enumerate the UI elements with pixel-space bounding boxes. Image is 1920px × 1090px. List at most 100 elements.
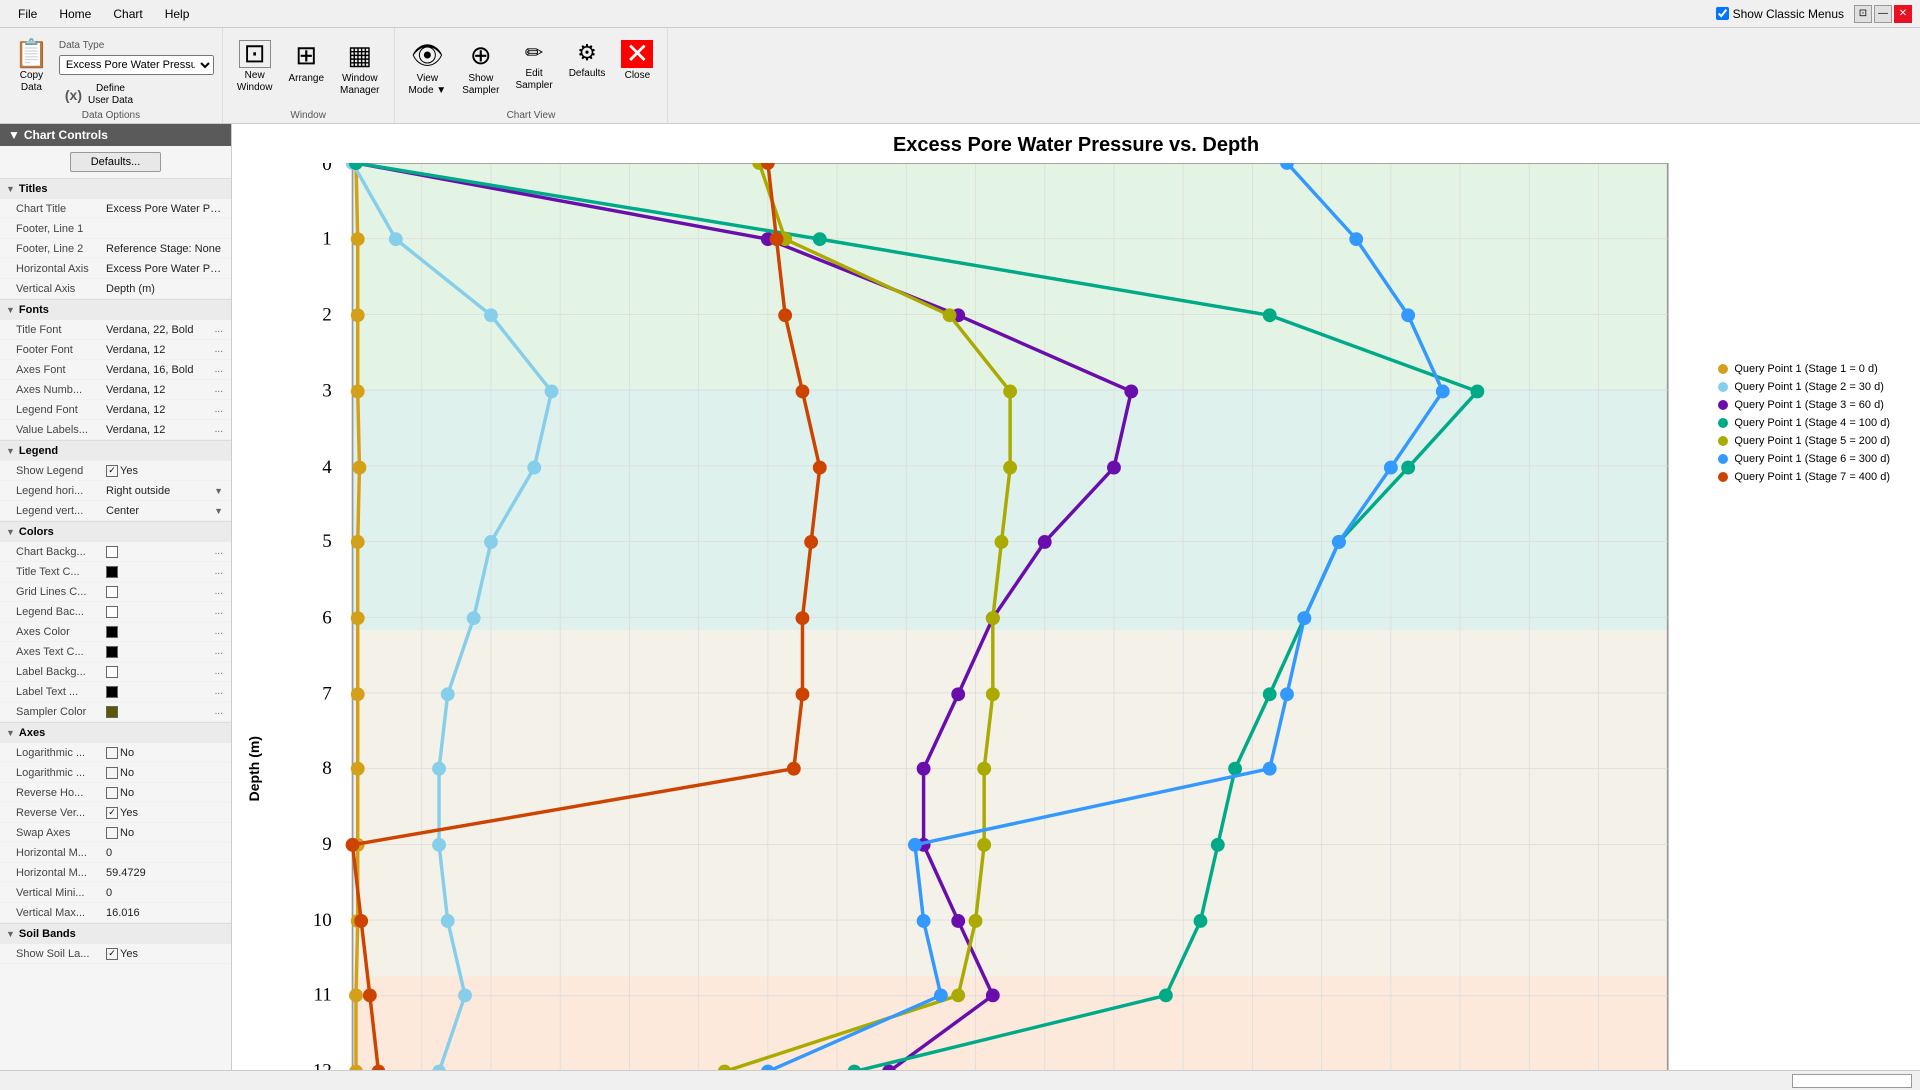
prop-horiz-min: Horizontal M... 0 <box>0 843 231 863</box>
axes-text-swatch[interactable] <box>106 646 118 658</box>
defaults-btn-ribbon[interactable]: ⚙ Defaults <box>563 36 612 84</box>
title-font-dots[interactable]: ... <box>215 324 223 335</box>
grid-lines-dots[interactable]: ... <box>215 586 223 597</box>
ribbon-group-data-label: Data Options <box>0 110 222 121</box>
prop-vert-max: Vertical Max... 16.016 <box>0 903 231 923</box>
show-soil-checkbox[interactable]: ✓ <box>106 948 118 960</box>
axes-color-swatch[interactable] <box>106 626 118 638</box>
prop-legend-horiz: Legend hori... Right outside ▼ <box>0 481 231 501</box>
title-text-dots[interactable]: ... <box>215 566 223 577</box>
legend-font-dots[interactable]: ... <box>215 404 223 415</box>
close-btn[interactable]: ✕ <box>1894 5 1912 23</box>
axes-color-dots[interactable]: ... <box>215 626 223 637</box>
defaults-panel-btn[interactable]: Defaults... <box>70 152 162 172</box>
show-legend-checkbox[interactable]: ✓ <box>106 465 118 477</box>
log-x-checkbox[interactable] <box>106 747 118 759</box>
label-text-dots[interactable]: ... <box>215 686 223 697</box>
window-manager-btn[interactable]: ▦ WindowManager <box>334 36 385 101</box>
legend-label-4: Query Point 1 (Stage 4 = 100 d) <box>1734 417 1890 429</box>
ribbon-window-buttons: ⊡ NewWindow ⊞ Arrange ▦ WindowManager <box>231 32 386 105</box>
grid-lines-swatch[interactable] <box>106 586 118 598</box>
chart-title: Excess Pore Water Pressure vs. Depth <box>893 134 1259 157</box>
copy-data-btn[interactable]: 📋 CopyData <box>8 36 55 98</box>
log-y-checkbox[interactable] <box>106 767 118 779</box>
section-legend[interactable]: ▼ Legend <box>0 440 231 461</box>
reverse-vert-checkbox[interactable]: ✓ <box>106 807 118 819</box>
view-mode-icon: 👁 <box>411 40 444 71</box>
menu-help[interactable]: Help <box>155 5 200 23</box>
restore-btn[interactable]: ⊡ <box>1854 5 1872 23</box>
section-fonts[interactable]: ▼ Fonts <box>0 299 231 320</box>
section-colors[interactable]: ▼ Colors <box>0 521 231 542</box>
title-text-swatch[interactable] <box>106 566 118 578</box>
ribbon-group-data-options: 📋 CopyData Data Type Excess Pore Water P… <box>0 28 223 123</box>
section-soil-bands[interactable]: ▼ Soil Bands <box>0 923 231 944</box>
legend-section-label: Legend <box>19 445 58 457</box>
prop-legend-font: Legend Font Verdana, 12 ... <box>0 400 231 420</box>
sampler-color-dots[interactable]: ... <box>215 706 223 717</box>
label-bg-dots[interactable]: ... <box>215 666 223 677</box>
main-content: ▼ Chart Controls Defaults... ▼ Titles Ch… <box>0 124 1920 1070</box>
legend-panel: Query Point 1 (Stage 1 = 0 d) Query Poin… <box>1718 363 1890 489</box>
svg-text:0: 0 <box>322 163 332 175</box>
status-bar-box <box>1792 1074 1912 1088</box>
section-titles[interactable]: ▼ Titles <box>0 178 231 199</box>
copy-data-icon: 📋 <box>14 40 49 68</box>
legend-label-7: Query Point 1 (Stage 7 = 400 d) <box>1734 471 1890 483</box>
value-labels-dots[interactable]: ... <box>215 424 223 435</box>
edit-sampler-label: EditSampler <box>515 68 552 92</box>
prop-footer-line2: Footer, Line 2 Reference Stage: None <box>0 239 231 259</box>
prop-horiz-axis: Horizontal Axis Excess Pore Water Pressu… <box>0 259 231 279</box>
panel-header[interactable]: ▼ Chart Controls <box>0 124 231 146</box>
menu-file[interactable]: File <box>8 5 47 23</box>
footer-font-dots[interactable]: ... <box>215 344 223 355</box>
minimize-btn[interactable]: — <box>1874 5 1892 23</box>
view-mode-btn[interactable]: 👁 ViewMode ▼ <box>403 36 453 101</box>
section-axes[interactable]: ▼ Axes <box>0 722 231 743</box>
prop-title-font: Title Font Verdana, 22, Bold ... <box>0 320 231 340</box>
arrange-btn[interactable]: ⊞ Arrange <box>282 36 330 89</box>
legend-horiz-arrow[interactable]: ▼ <box>214 486 223 496</box>
show-sampler-icon: ⊕ <box>470 40 492 71</box>
label-bg-swatch[interactable] <box>106 666 118 678</box>
ribbon-group-window: ⊡ NewWindow ⊞ Arrange ▦ WindowManager Wi… <box>223 28 395 123</box>
axes-text-dots[interactable]: ... <box>215 646 223 657</box>
menu-home[interactable]: Home <box>49 5 101 23</box>
label-text-swatch[interactable] <box>106 686 118 698</box>
chart-bg-swatch[interactable] <box>106 546 118 558</box>
close-ribbon-label: Close <box>625 70 651 82</box>
show-sampler-btn[interactable]: ⊕ ShowSampler <box>456 36 505 101</box>
colors-label: Colors <box>19 526 54 538</box>
axes-font-dots[interactable]: ... <box>215 364 223 375</box>
sampler-color-swatch[interactable] <box>106 706 118 718</box>
chart-wrapper: Depth (m) <box>242 163 1910 1070</box>
close-btn-ribbon[interactable]: ✕ Close <box>615 36 659 86</box>
window-manager-label: WindowManager <box>340 73 379 97</box>
soil-bands-label: Soil Bands <box>19 928 76 940</box>
new-window-btn[interactable]: ⊡ NewWindow <box>231 36 279 98</box>
data-type-select[interactable]: Excess Pore Water Pressure <box>59 55 214 75</box>
defaults-icon: ⚙ <box>577 40 597 66</box>
chart-bg-dots[interactable]: ... <box>215 546 223 557</box>
prop-footer-line1: Footer, Line 1 <box>0 219 231 239</box>
legend-dot-5 <box>1718 436 1728 446</box>
legend-vert-arrow[interactable]: ▼ <box>214 506 223 516</box>
prop-title-text-color: Title Text C... ... <box>0 562 231 582</box>
define-user-data-btn[interactable]: (x) DefineUser Data <box>59 79 139 111</box>
legend-label-3: Query Point 1 (Stage 3 = 60 d) <box>1734 399 1884 411</box>
prop-value-labels-font: Value Labels... Verdana, 12 ... <box>0 420 231 440</box>
show-classic-checkbox[interactable] <box>1716 7 1729 20</box>
ribbon-group-window-label: Window <box>223 110 394 121</box>
legend-dot-1 <box>1718 364 1728 374</box>
panel-title: Chart Controls <box>24 128 108 142</box>
legend-bg-swatch[interactable] <box>106 606 118 618</box>
reverse-horiz-checkbox[interactable] <box>106 787 118 799</box>
legend-item-5: Query Point 1 (Stage 5 = 200 d) <box>1718 435 1890 447</box>
swap-axes-checkbox[interactable] <box>106 827 118 839</box>
legend-dot-7 <box>1718 472 1728 482</box>
titles-label: Titles <box>19 183 48 195</box>
edit-sampler-btn[interactable]: ✏ EditSampler <box>509 36 558 96</box>
axes-numb-dots[interactable]: ... <box>215 384 223 395</box>
menu-chart[interactable]: Chart <box>103 5 152 23</box>
legend-bg-dots[interactable]: ... <box>215 606 223 617</box>
